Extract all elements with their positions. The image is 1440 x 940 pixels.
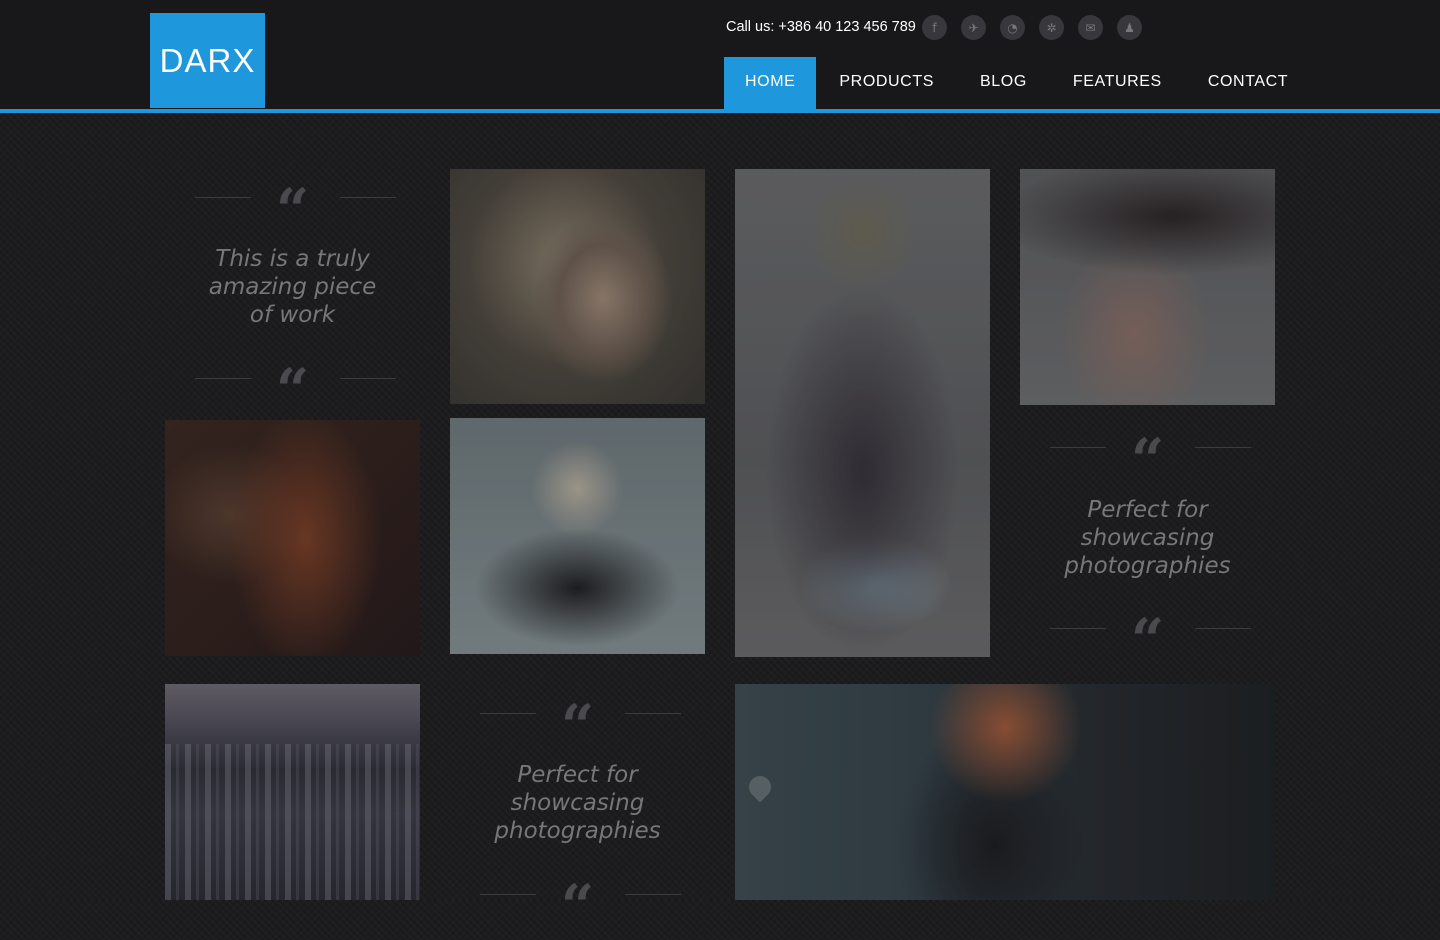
email-icon[interactable]: ✉ — [1078, 15, 1103, 40]
gallery-photo-curly-portrait[interactable] — [450, 169, 705, 404]
quote-text: Perfect for showcasing photographies — [494, 762, 661, 844]
quote-block-showcasing-right: “ Perfect for showcasing photographies “ — [1020, 420, 1275, 669]
open-quote-icon: “ — [1130, 426, 1165, 494]
quote-divider — [195, 378, 251, 379]
close-quote-icon: “ — [1130, 606, 1165, 674]
social-links: f ✈ ◔ ✲ ✉ ♟ — [922, 15, 1142, 40]
quote-text: This is a truly amazing piece of work — [208, 246, 377, 328]
facebook-icon[interactable]: f — [922, 15, 947, 40]
nav-home[interactable]: HOME — [724, 57, 817, 109]
quote-divider — [480, 713, 536, 714]
quote-divider — [1195, 628, 1251, 629]
gallery-photo-red-hair[interactable] — [165, 420, 420, 656]
myspace-icon[interactable]: ♟ — [1117, 15, 1142, 40]
gallery-photo-blonde-seated[interactable] — [450, 418, 705, 654]
nav-contact[interactable]: CONTACT — [1185, 57, 1311, 109]
twitter-icon[interactable]: ✈ — [961, 15, 986, 40]
close-quote-icon: “ — [275, 356, 310, 424]
quote-block-amazing: “ This is a truly amazing piece of work … — [165, 170, 420, 419]
quote-divider — [1050, 447, 1106, 448]
quote-divider — [340, 378, 396, 379]
quote-divider — [1050, 628, 1106, 629]
quote-divider — [340, 197, 396, 198]
quote-divider — [625, 713, 681, 714]
open-quote-icon: “ — [560, 692, 595, 760]
site-header: DARX Call us: +386 40 123 456 789 f ✈ ◔ … — [0, 0, 1440, 113]
quote-divider — [625, 894, 681, 895]
open-quote-icon: “ — [275, 176, 310, 244]
close-quote-icon: “ — [560, 872, 595, 940]
nav-features[interactable]: FEATURES — [1050, 57, 1185, 109]
quote-divider — [1195, 447, 1251, 448]
flickr-icon[interactable]: ✲ — [1039, 15, 1064, 40]
gallery-photo-sitting-woman[interactable] — [735, 169, 990, 657]
nav-blog[interactable]: BLOG — [957, 57, 1050, 109]
gallery-photo-redhead-wide[interactable] — [735, 684, 1275, 900]
nav-products[interactable]: PRODUCTS — [816, 57, 957, 109]
logo[interactable]: DARX — [150, 13, 265, 108]
call-us-text: Call us: +386 40 123 456 789 — [726, 19, 916, 35]
main-nav: HOME PRODUCTS BLOG FEATURES CONTACT — [724, 57, 1311, 109]
gallery-photo-city[interactable] — [165, 684, 420, 900]
quote-divider — [195, 197, 251, 198]
quote-divider — [480, 894, 536, 895]
quote-text: Perfect for showcasing photographies — [1064, 497, 1231, 579]
gallery-photo-flying-hair[interactable] — [1020, 169, 1275, 405]
rss-icon[interactable]: ◔ — [1000, 15, 1025, 40]
quote-block-showcasing-center: “ Perfect for showcasing photographies “ — [450, 686, 705, 935]
